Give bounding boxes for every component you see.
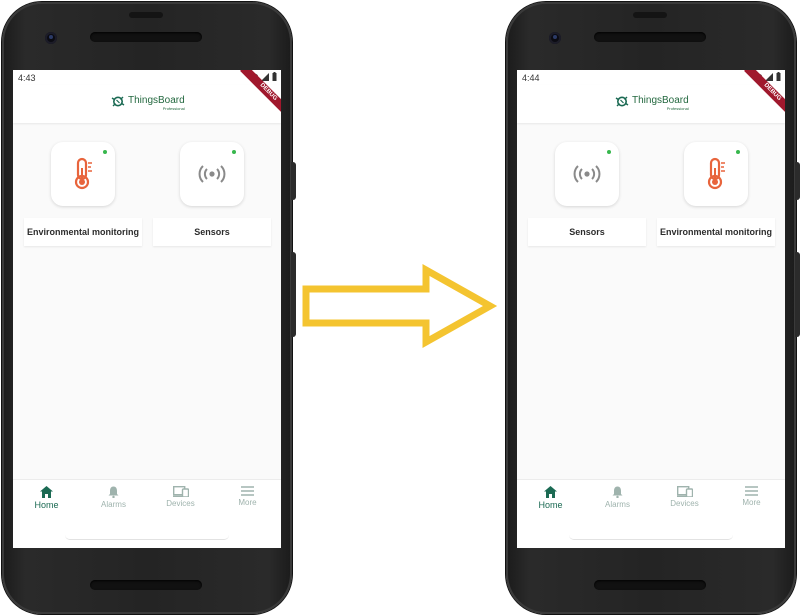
battery-icon [776,72,781,81]
nav-alarms[interactable]: Alarms [584,486,651,509]
thermometer-icon [707,157,725,190]
signal-icon [261,72,269,81]
phone-before: 4:43 ThingsBoard Professional DEBUG Envi… [2,2,296,614]
nav-more[interactable]: More [214,486,281,507]
app-screen: 4:44 ThingsBoard Professional DEBUG Sens… [517,70,785,548]
nav-alarms[interactable]: Alarms [80,486,147,509]
nav-devices-label: Devices [670,499,699,508]
logo-subtitle: Professional [162,106,185,111]
online-status-dot [232,150,236,154]
tile-sensors[interactable]: Sensors [528,132,646,246]
tile-label: Sensors [153,218,271,246]
devices-icon [172,486,189,497]
bottom-speaker [594,580,706,590]
volume-button [795,252,800,337]
app-bar: ThingsBoard Professional DEBUG [517,70,785,123]
power-button [795,162,800,200]
status-time: 4:44 [522,73,540,83]
signal-icon [765,72,773,81]
logo-wordmark: ThingsBoard Professional [632,95,689,111]
front-camera-icon [45,32,57,44]
top-speaker [594,32,706,42]
logo-wordmark: ThingsBoard Professional [128,95,185,111]
bell-icon [108,486,119,498]
bottom-speaker [90,580,202,590]
bottom-navigation: Home Alarms Devices More [13,479,281,548]
battery-icon [272,72,277,81]
nav-devices-label: Devices [166,499,195,508]
top-speaker [90,32,202,42]
sensor-icon [198,165,226,183]
power-button [291,162,296,200]
tile-icon-box [180,142,244,206]
gesture-bar [65,535,229,540]
logo-title: ThingsBoard [128,95,185,106]
tile-label: Environmental monitoring [657,218,775,246]
dashboard-tiles: Sensors Environmental monitoring [517,132,785,252]
earpiece [129,12,163,18]
logo-title: ThingsBoard [632,95,689,106]
nav-alarms-label: Alarms [605,500,630,509]
nav-home-label: Home [538,500,563,510]
nav-home[interactable]: Home [13,486,80,510]
online-status-dot [607,150,611,154]
thingsboard-logo-icon [615,96,629,107]
tile-label: Environmental monitoring [24,218,142,246]
nav-home[interactable]: Home [517,486,584,510]
menu-icon [745,486,758,496]
tile-sensors[interactable]: Sensors [153,132,271,246]
tile-environmental-monitoring[interactable]: Environmental monitoring [24,132,142,246]
home-icon [40,486,53,498]
tile-label: Sensors [528,218,646,246]
nav-home-label: Home [34,500,59,510]
nav-more-label: More [238,498,257,507]
home-icon [544,486,557,498]
status-time: 4:43 [18,73,36,83]
tile-icon-box [51,142,115,206]
tile-environmental-monitoring[interactable]: Environmental monitoring [657,132,775,246]
transition-arrow-icon [302,264,498,348]
menu-icon [241,486,254,496]
online-status-dot [736,150,740,154]
tile-icon-box [684,142,748,206]
devices-icon [676,486,693,497]
bottom-navigation: Home Alarms Devices More [517,479,785,548]
nav-more-label: More [742,498,761,507]
nav-devices[interactable]: Devices [651,486,718,508]
nav-alarms-label: Alarms [101,500,126,509]
gesture-bar [569,535,733,540]
volume-button [291,252,296,337]
thingsboard-logo: ThingsBoard Professional [111,95,185,111]
thingsboard-logo-icon [111,96,125,107]
bell-icon [612,486,623,498]
earpiece [633,12,667,18]
front-camera-icon [549,32,561,44]
logo-subtitle: Professional [666,106,689,111]
tile-icon-box [555,142,619,206]
thingsboard-logo: ThingsBoard Professional [615,95,689,111]
online-status-dot [103,150,107,154]
nav-devices[interactable]: Devices [147,486,214,508]
nav-more[interactable]: More [718,486,785,507]
dashboard-tiles: Environmental monitoring Sensors [13,132,281,252]
phone-after: 4:44 ThingsBoard Professional DEBUG Sens… [506,2,800,614]
sensor-icon [573,165,601,183]
app-bar: ThingsBoard Professional DEBUG [13,70,281,123]
app-screen: 4:43 ThingsBoard Professional DEBUG Envi… [13,70,281,548]
thermometer-icon [74,157,92,190]
